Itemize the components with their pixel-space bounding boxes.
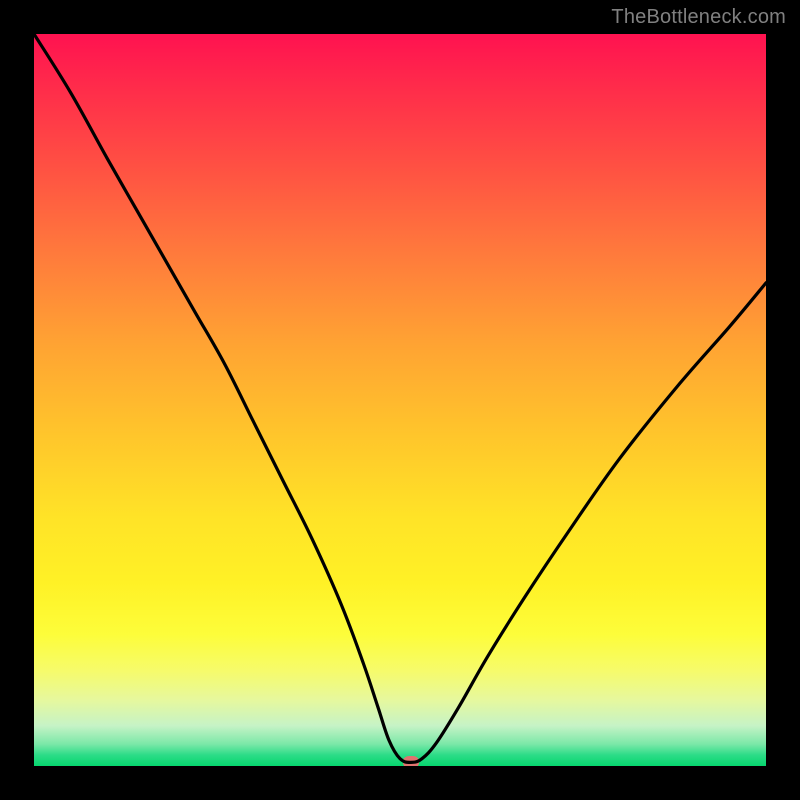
- watermark-text: TheBottleneck.com: [611, 6, 786, 29]
- chart-container: TheBottleneck.com: [0, 0, 800, 800]
- plot-area: [34, 34, 766, 766]
- bottleneck-curve: [34, 34, 766, 766]
